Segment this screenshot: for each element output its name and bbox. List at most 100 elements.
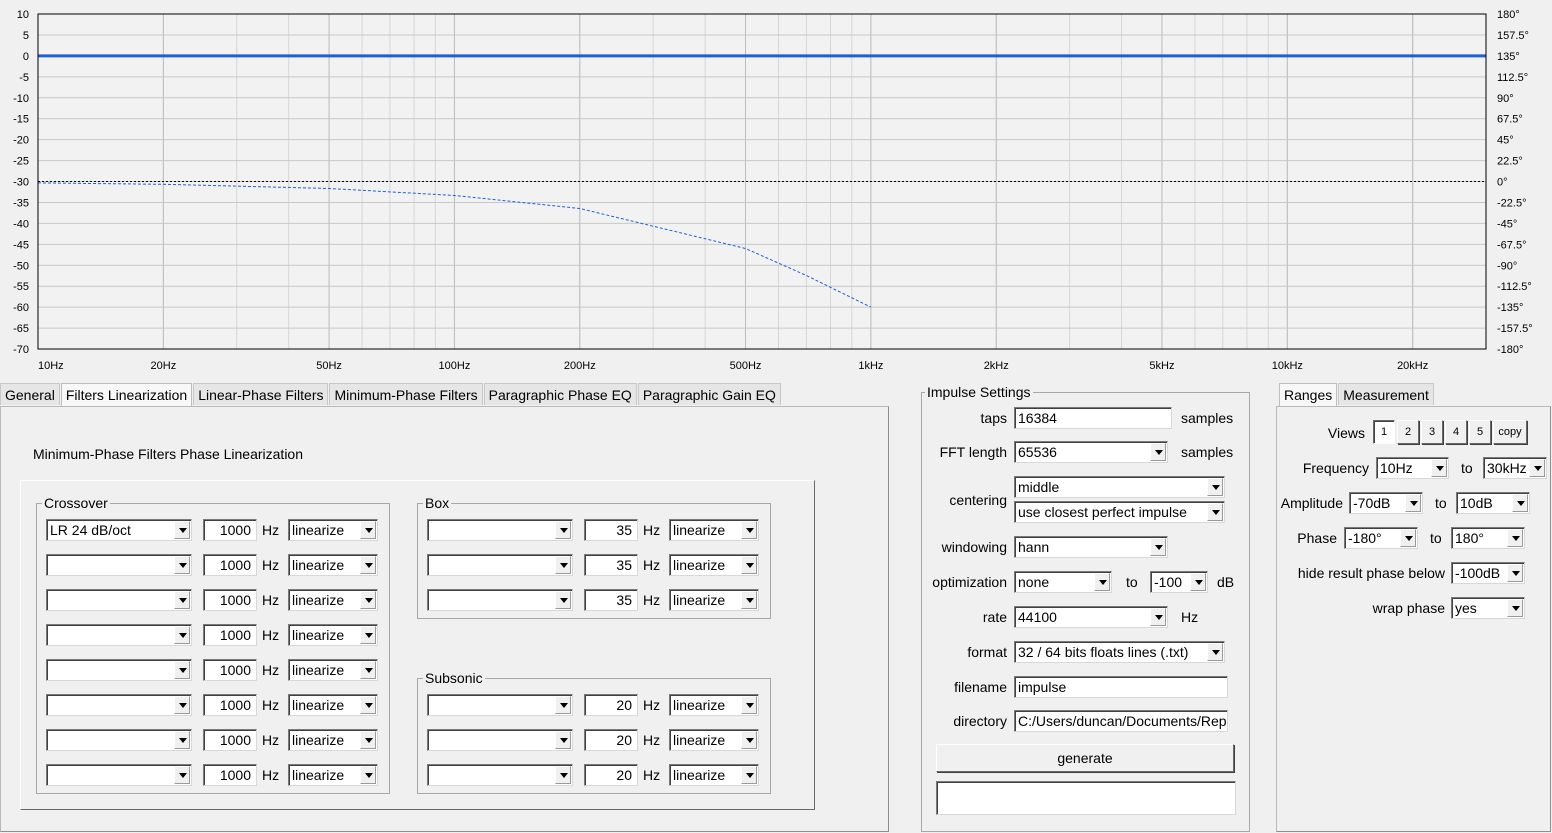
amplitude-to-select[interactable]: 10dB xyxy=(1456,492,1530,514)
subsonic-frequency-input[interactable]: 20 xyxy=(584,729,638,751)
optimization-db-select[interactable]: -100 xyxy=(1150,571,1208,593)
view-4-button[interactable]: 4 xyxy=(1445,420,1467,444)
subsonic-type-select[interactable] xyxy=(427,729,573,751)
box-mode-select[interactable]: linearize xyxy=(669,589,759,611)
crossover-frequency-input[interactable]: 1000 xyxy=(203,624,257,646)
crossover-frequency-input[interactable]: 1000 xyxy=(203,729,257,751)
chevron-down-icon xyxy=(174,591,190,609)
crossover-type-select[interactable]: LR 24 dB/oct xyxy=(46,519,192,541)
format-label: format xyxy=(967,644,1007,660)
y-right-tick-label: 112.5° xyxy=(1497,72,1528,84)
crossover-frequency-input[interactable]: 1000 xyxy=(203,519,257,541)
phase-from-value: -180° xyxy=(1348,530,1382,546)
rate-select[interactable]: 44100 xyxy=(1014,606,1168,628)
subsonic-mode-value: linearize xyxy=(673,697,726,713)
chevron-down-icon xyxy=(174,556,190,574)
tab-measurement[interactable]: Measurement xyxy=(1338,383,1434,405)
box-type-select[interactable] xyxy=(427,554,573,576)
chevron-down-icon xyxy=(1400,529,1416,547)
fft-length-select[interactable]: 65536 xyxy=(1014,441,1168,463)
view-3-button[interactable]: 3 xyxy=(1421,420,1443,444)
tab-minimum-phase-filters[interactable]: Minimum-Phase Filters xyxy=(329,383,483,405)
subsonic-type-select[interactable] xyxy=(427,694,573,716)
box-type-select[interactable] xyxy=(427,519,573,541)
tab-linear-phase-filters[interactable]: Linear-Phase Filters xyxy=(193,383,329,405)
box-type-select[interactable] xyxy=(427,589,573,611)
subsonic-mode-select[interactable]: linearize xyxy=(669,729,759,751)
chevron-down-icon xyxy=(1512,494,1528,512)
crossover-mode-select[interactable]: linearize xyxy=(288,589,378,611)
optimization-select[interactable]: none xyxy=(1014,571,1112,593)
directory-input[interactable]: C:/Users/duncan/Documents/Rep xyxy=(1014,710,1228,732)
box-frequency-input[interactable]: 35 xyxy=(584,554,638,576)
amplitude-from-select[interactable]: -70dB xyxy=(1349,492,1423,514)
chevron-down-icon xyxy=(1150,538,1166,556)
subsonic-frequency-input[interactable]: 20 xyxy=(584,694,638,716)
subsonic-mode-select[interactable]: linearize xyxy=(669,694,759,716)
crossover-type-select[interactable] xyxy=(46,554,192,576)
crossover-type-select[interactable] xyxy=(46,729,192,751)
view-5-button[interactable]: 5 xyxy=(1469,420,1491,444)
crossover-frequency-unit: Hz xyxy=(262,662,280,678)
crossover-mode-select[interactable]: linearize xyxy=(288,764,378,786)
crossover-frequency-input[interactable]: 1000 xyxy=(203,764,257,786)
y-right-tick-label: 90° xyxy=(1497,93,1514,105)
phase-to-label: to xyxy=(1430,530,1442,546)
windowing-value: hann xyxy=(1018,539,1050,555)
main-tabbar: General Filters Linearization Linear-Pha… xyxy=(0,383,782,407)
tab-general[interactable]: General xyxy=(0,383,60,405)
taps-input[interactable]: 16384 xyxy=(1014,407,1172,429)
crossover-frequency-input[interactable]: 1000 xyxy=(203,694,257,716)
crossover-type-select[interactable] xyxy=(46,764,192,786)
subsonic-type-select[interactable] xyxy=(427,764,573,786)
crossover-type-select[interactable] xyxy=(46,659,192,681)
crossover-type-select[interactable] xyxy=(46,624,192,646)
crossover-mode-select[interactable]: linearize xyxy=(288,624,378,646)
crossover-mode-select[interactable]: linearize xyxy=(288,694,378,716)
crossover-mode-select[interactable]: linearize xyxy=(288,659,378,681)
tab-paragraphic-phase-eq[interactable]: Paragraphic Phase EQ xyxy=(483,383,637,405)
chevron-down-icon xyxy=(1431,459,1447,477)
fft-unit: samples xyxy=(1181,444,1234,460)
crossover-frequency-input[interactable]: 1000 xyxy=(203,589,257,611)
format-value: 32 / 64 bits floats lines (.txt) xyxy=(1018,644,1189,660)
crossover-frequency-input[interactable]: 1000 xyxy=(203,659,257,681)
subsonic-frequency-input[interactable]: 20 xyxy=(584,764,638,786)
box-frequency-input[interactable]: 35 xyxy=(584,519,638,541)
box-mode-select[interactable]: linearize xyxy=(669,519,759,541)
frequency-to-select[interactable]: 30kHz xyxy=(1483,457,1547,479)
impulse-settings-title: Impulse Settings xyxy=(925,383,1033,401)
box-mode-select[interactable]: linearize xyxy=(669,554,759,576)
format-select[interactable]: 32 / 64 bits floats lines (.txt) xyxy=(1014,641,1225,663)
crossover-frequency-unit: Hz xyxy=(262,697,280,713)
optimization-unit: dB xyxy=(1217,574,1235,590)
crossover-mode-select[interactable]: linearize xyxy=(288,519,378,541)
frequency-from-select[interactable]: 10Hz xyxy=(1376,457,1449,479)
view-copy-button[interactable]: copy xyxy=(1493,420,1527,444)
tab-filters-linearization[interactable]: Filters Linearization xyxy=(60,383,193,407)
centering-mode-select[interactable]: use closest perfect impulse xyxy=(1014,501,1225,523)
phase-from-select[interactable]: -180° xyxy=(1344,527,1418,549)
crossover-type-select[interactable] xyxy=(46,589,192,611)
view-2-button[interactable]: 2 xyxy=(1397,420,1419,444)
centering-select[interactable]: middle xyxy=(1014,476,1225,498)
phase-to-select[interactable]: 180° xyxy=(1451,527,1525,549)
crossover-mode-select[interactable]: linearize xyxy=(288,554,378,576)
generate-button[interactable]: generate xyxy=(936,744,1234,772)
filename-input[interactable]: impulse xyxy=(1014,676,1228,698)
box-mode-value: linearize xyxy=(673,592,726,608)
crossover-type-select[interactable] xyxy=(46,694,192,716)
windowing-select[interactable]: hann xyxy=(1014,536,1168,558)
wrap-phase-select[interactable]: yes xyxy=(1451,597,1525,619)
crossover-frequency-input[interactable]: 1000 xyxy=(203,554,257,576)
box-frequency-input[interactable]: 35 xyxy=(584,589,638,611)
tab-ranges[interactable]: Ranges xyxy=(1279,383,1338,407)
hide-phase-select[interactable]: -100dB xyxy=(1451,562,1525,584)
crossover-mode-select[interactable]: linearize xyxy=(288,729,378,751)
subsonic-mode-select[interactable]: linearize xyxy=(669,764,759,786)
view-1-button[interactable]: 1 xyxy=(1373,420,1395,444)
tab-paragraphic-gain-eq[interactable]: Paragraphic Gain EQ xyxy=(637,383,781,405)
crossover-mode-value: linearize xyxy=(292,767,345,783)
frequency-response-chart[interactable]: 10 5 0 -5 -10 -15 -20 -25 -30 -35 -40 -45 -50 -55 -60 -… xyxy=(0,0,1552,380)
y-tick-label: -25 xyxy=(13,156,29,168)
